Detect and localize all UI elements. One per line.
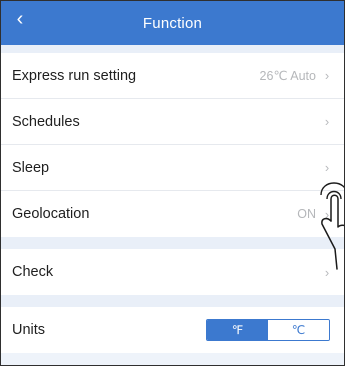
express-run-setting-label: Express run setting <box>12 67 137 84</box>
chevron-right-icon: › <box>324 160 330 175</box>
section-spacer <box>1 295 344 307</box>
geolocation-label: Geolocation <box>12 206 90 222</box>
check-label: Check <box>12 264 54 280</box>
sleep-label: Sleep <box>12 159 50 176</box>
units-row: Units ℉ ℃ <box>1 307 344 353</box>
function-settings-group: Express run setting 26℃ Auto › Schedules… <box>1 53 344 237</box>
express-run-setting-value: 26℃ Auto <box>259 69 316 83</box>
sleep-row[interactable]: Sleep › <box>1 145 344 191</box>
geolocation-row[interactable]: Geolocation ON › <box>1 191 344 237</box>
unit-option-fahrenheit[interactable]: ℉ <box>207 320 268 340</box>
express-run-setting-row[interactable]: Express run setting 26℃ Auto › <box>1 53 344 99</box>
chevron-right-icon: › <box>324 114 330 129</box>
unit-option-celsius[interactable]: ℃ <box>268 320 329 340</box>
section-spacer <box>1 45 344 53</box>
chevron-left-icon[interactable]: ‹ <box>11 7 29 31</box>
top-bar: ‹ Function <box>1 1 344 45</box>
phone-screen: ‹ Function Express run setting 26℃ Auto … <box>0 0 345 366</box>
page-title: Function <box>142 14 203 32</box>
schedules-label: Schedules <box>12 113 80 130</box>
check-group: Check › <box>1 249 344 295</box>
units-label: Units <box>12 322 46 338</box>
units-toggle[interactable]: ℉ ℃ <box>206 319 330 341</box>
chevron-right-icon: › <box>324 68 330 83</box>
chevron-right-icon: › <box>324 206 330 222</box>
check-row[interactable]: Check › <box>1 249 344 295</box>
chevron-right-icon: › <box>324 264 330 280</box>
geolocation-value: ON <box>297 207 316 221</box>
schedules-row[interactable]: Schedules › <box>1 99 344 145</box>
section-spacer <box>1 237 344 249</box>
units-group: Units ℉ ℃ <box>1 307 344 353</box>
